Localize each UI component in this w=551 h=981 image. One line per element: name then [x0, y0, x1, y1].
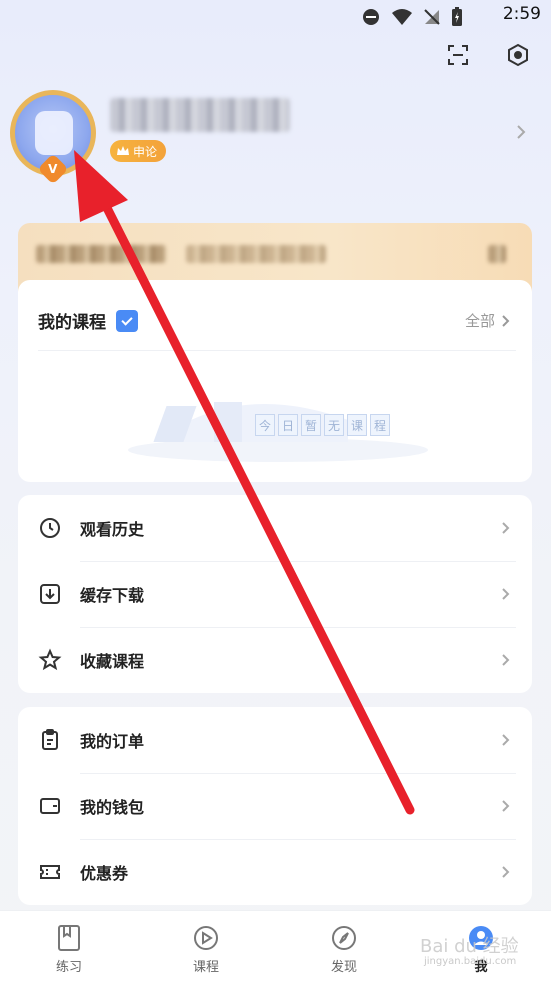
v-badge-letter: V: [48, 161, 58, 176]
all-courses-link[interactable]: 全部: [465, 310, 510, 331]
compass-icon: [332, 926, 356, 950]
status-icons: [361, 7, 463, 27]
clock-icon: [40, 518, 60, 538]
scan-icon: [448, 45, 468, 65]
menu-group-learning: 观看历史 缓存下载 收藏课程: [18, 495, 532, 693]
wifi-icon: [392, 9, 412, 25]
avatar-character: [35, 111, 73, 155]
play-icon: [194, 926, 218, 950]
chevron-right-icon: [502, 654, 510, 666]
menu-item-label: 优惠券: [80, 864, 129, 883]
settings-button[interactable]: [503, 40, 533, 70]
vip-tag[interactable]: 申论: [110, 140, 167, 162]
baidu-watermark-url: jingyan.baidu.com: [424, 956, 517, 967]
divider: [38, 350, 516, 351]
menu-item-cache-download[interactable]: 缓存下载: [18, 561, 532, 627]
menu-item-coupons[interactable]: 优惠券: [18, 839, 532, 905]
top-actions: [443, 40, 533, 70]
my-courses-header: 我的课程: [38, 308, 138, 333]
menu-item-label: 收藏课程: [80, 652, 145, 671]
empty-char: 程: [370, 414, 390, 436]
tab-label: 课程: [192, 960, 219, 975]
chevron-right-icon: [502, 866, 510, 878]
vip-tag-label: 申论: [133, 144, 158, 159]
star-icon: [38, 648, 62, 671]
status-time: 2:59: [502, 4, 541, 24]
menu-item-label: 观看历史: [80, 520, 145, 539]
chevron-right-icon: [502, 734, 510, 746]
tab-label: 练习: [55, 960, 82, 975]
menu-item-label: 我的订单: [80, 732, 145, 751]
vip-banner-subtext-blurred: [186, 245, 326, 263]
calendar-check-icon: [116, 309, 138, 332]
menu-item-label: 缓存下载: [80, 586, 145, 605]
menu-item-my-orders[interactable]: 我的订单: [18, 707, 532, 773]
menu-item-favorite-courses[interactable]: 收藏课程: [18, 627, 532, 693]
empty-courses-illustration: 今 日 暂 无 课 程: [118, 380, 438, 470]
empty-char: 今: [255, 414, 275, 436]
wallet-icon: [40, 798, 60, 814]
tab-discover[interactable]: 发现: [304, 923, 384, 975]
tab-practice[interactable]: 练习: [29, 923, 109, 975]
tab-courses[interactable]: 课程: [166, 923, 246, 975]
chevron-right-icon: [517, 125, 526, 139]
my-courses-title: 我的课程: [38, 313, 106, 333]
empty-char: 日: [278, 414, 298, 436]
baidu-watermark: Bai du 经验: [420, 936, 519, 957]
my-courses-card: 我的课程 全部 今 日 暂 无 课 程: [18, 280, 532, 482]
vip-banner-text-blurred: [36, 245, 166, 263]
empty-char: 暂: [301, 414, 321, 436]
menu-item-watch-history[interactable]: 观看历史: [18, 495, 532, 561]
do-not-disturb-icon: [363, 9, 379, 25]
chevron-right-icon: [502, 522, 510, 534]
menu-item-label: 我的钱包: [80, 798, 145, 817]
menu-group-account: 我的订单 我的钱包 优惠券: [18, 707, 532, 905]
settings-hexagon-icon: [508, 43, 528, 67]
chevron-right-icon: [502, 800, 510, 812]
empty-char: 课: [347, 414, 367, 436]
all-courses-label: 全部: [464, 312, 495, 330]
profile-header[interactable]: V 申论: [10, 90, 540, 190]
ticket-icon: [40, 865, 60, 879]
no-signal-icon: [424, 9, 440, 25]
battery-icon: [452, 7, 462, 26]
status-bar: 2:59: [0, 0, 551, 32]
book-icon: [58, 925, 80, 951]
download-icon: [40, 584, 60, 604]
menu-item-my-wallet[interactable]: 我的钱包: [18, 773, 532, 839]
username-blurred: [110, 98, 290, 132]
vip-banner-action-blurred: [488, 245, 506, 263]
chevron-right-icon: [502, 314, 510, 327]
crown-icon: [117, 146, 129, 155]
empty-char: 无: [324, 414, 344, 436]
scan-button[interactable]: [443, 40, 473, 70]
chevron-right-icon: [502, 588, 510, 600]
empty-courses-text: 今 日 暂 无 课 程: [255, 414, 390, 436]
tab-label: 发现: [330, 960, 357, 975]
clipboard-icon: [42, 729, 58, 750]
